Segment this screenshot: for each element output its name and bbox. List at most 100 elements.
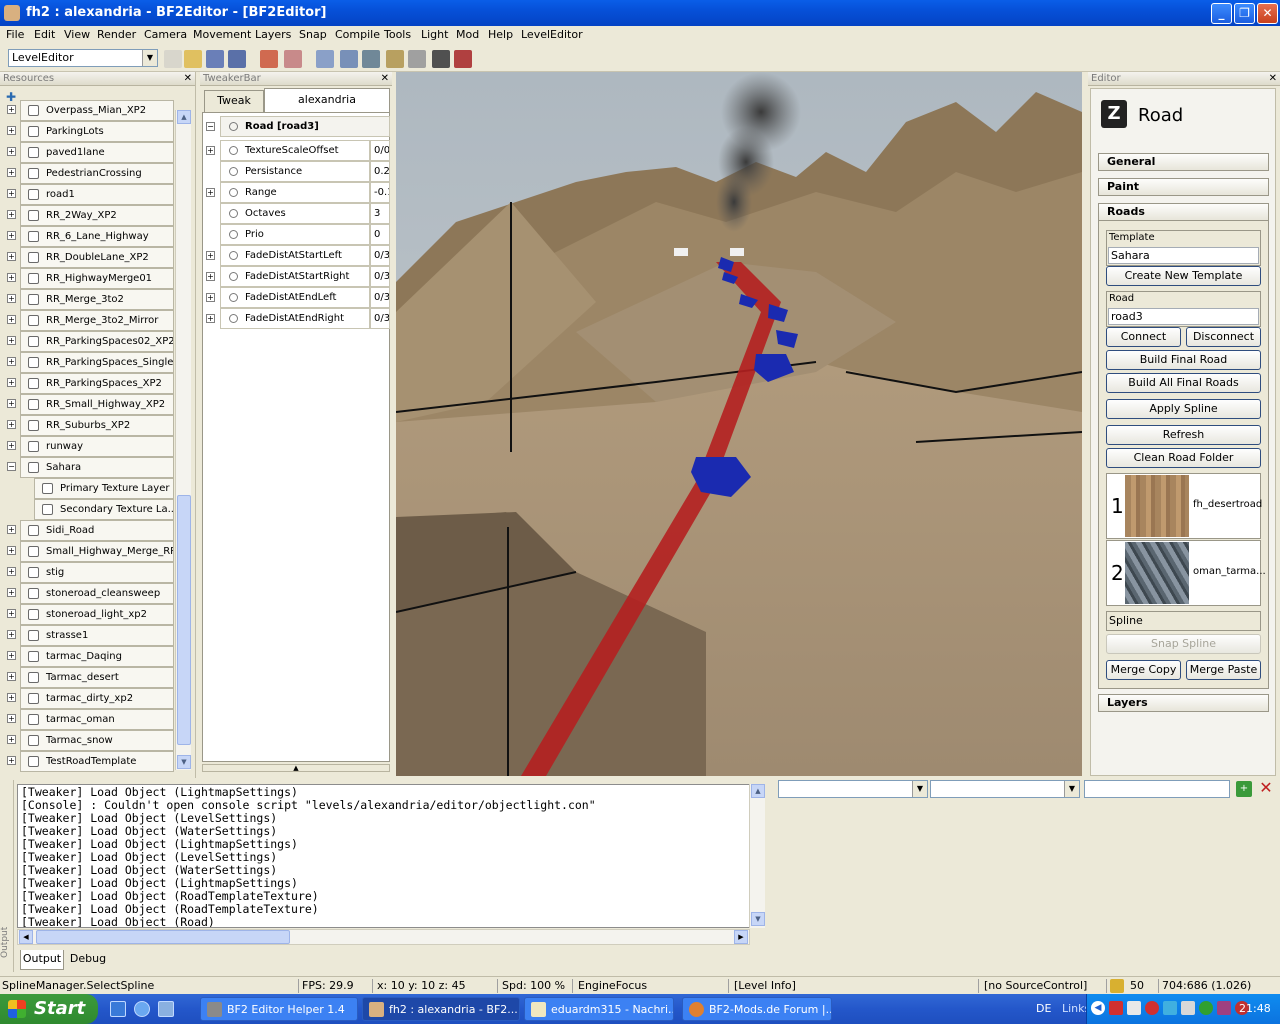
- minimize-button[interactable]: _: [1211, 3, 1232, 24]
- tree-item[interactable]: + RR_Merge_3to2: [0, 289, 176, 310]
- tree-item[interactable]: Secondary Texture La...: [0, 499, 176, 520]
- close-button[interactable]: ✕: [1257, 3, 1278, 24]
- expand-icon[interactable]: +: [7, 714, 16, 723]
- tree-item[interactable]: + strasse1: [0, 625, 176, 646]
- tree-item[interactable]: + Tarmac_snow: [0, 730, 176, 751]
- filter-select-1[interactable]: ▼: [778, 780, 928, 798]
- console-hscroll[interactable]: ◀ ▶: [17, 929, 750, 945]
- tree-item[interactable]: + tarmac_oman: [0, 709, 176, 730]
- filter-select-2[interactable]: ▼: [930, 780, 1080, 798]
- tab-tweak[interactable]: Tweak: [204, 90, 264, 112]
- menu-compile[interactable]: Compile: [335, 28, 380, 41]
- road-input[interactable]: road3: [1108, 308, 1259, 325]
- import-icon[interactable]: [260, 50, 278, 68]
- tab-output[interactable]: Output: [20, 950, 64, 970]
- tray-app-icon[interactable]: [1145, 1001, 1159, 1015]
- menu-leveleditor[interactable]: LevelEditor: [521, 28, 583, 41]
- editor-select[interactable]: LevelEditor ▼: [8, 49, 158, 67]
- tree-item[interactable]: + road1: [0, 184, 176, 205]
- paint-tool-icon[interactable]: [386, 50, 404, 68]
- task-forum[interactable]: BF2-Mods.de Forum |...: [682, 997, 832, 1021]
- tree-item[interactable]: + RR_ParkingSpaces_Single...: [0, 352, 176, 373]
- expand-icon[interactable]: +: [7, 651, 16, 660]
- expand-icon[interactable]: +: [7, 273, 16, 282]
- menu-mod[interactable]: Mod: [456, 28, 479, 41]
- tray-app-icon[interactable]: [1163, 1001, 1177, 1015]
- road-tool-icon[interactable]: [432, 50, 450, 68]
- expand-icon[interactable]: +: [7, 294, 16, 303]
- expand-icon[interactable]: +: [7, 399, 16, 408]
- move-tool-icon[interactable]: [340, 50, 358, 68]
- tab-alexandria[interactable]: alexandria: [264, 88, 390, 112]
- menu-edit[interactable]: Edit: [34, 28, 55, 41]
- tweaker-property-value[interactable]: 0: [370, 224, 390, 245]
- template-input[interactable]: Sahara: [1108, 247, 1259, 264]
- expand-icon[interactable]: +: [206, 251, 215, 260]
- language-indicator[interactable]: DE: [1036, 1002, 1051, 1015]
- menu-render[interactable]: Render: [97, 28, 136, 41]
- tweaker-row[interactable]: Prio 0: [202, 224, 390, 245]
- section-general[interactable]: General: [1098, 153, 1269, 171]
- expand-icon[interactable]: +: [7, 168, 16, 177]
- rotate-tool-icon[interactable]: [362, 50, 380, 68]
- merge-paste-button[interactable]: Merge Paste: [1186, 660, 1261, 680]
- show-desktop-icon[interactable]: [110, 1001, 126, 1017]
- expand-icon[interactable]: +: [7, 735, 16, 744]
- menu-tools[interactable]: Tools: [384, 28, 411, 41]
- create-template-button[interactable]: Create New Template: [1106, 266, 1261, 286]
- console-output[interactable]: [Tweaker] Load Object (LightmapSettings)…: [17, 784, 750, 928]
- maximize-button[interactable]: ❐: [1234, 3, 1255, 24]
- tab-debug[interactable]: Debug: [66, 950, 110, 970]
- task-bf2editor[interactable]: fh2 : alexandria - BF2...: [362, 997, 520, 1021]
- tree-item[interactable]: + runway: [0, 436, 176, 457]
- tree-item[interactable]: + stoneroad_cleansweep: [0, 583, 176, 604]
- section-roads[interactable]: Roads: [1098, 203, 1269, 221]
- menu-view[interactable]: View: [64, 28, 90, 41]
- tray-expand-icon[interactable]: ◀: [1091, 1001, 1105, 1015]
- expand-icon[interactable]: +: [206, 146, 215, 155]
- expand-icon[interactable]: +: [7, 252, 16, 261]
- menu-layers[interactable]: Layers: [255, 28, 291, 41]
- tweaker-object-row[interactable]: − Road [road3]: [202, 116, 390, 137]
- resources-scrollbar[interactable]: ▲ ▼: [175, 110, 191, 770]
- expand-icon[interactable]: +: [7, 147, 16, 156]
- tweaker-property-value[interactable]: -0.1: [370, 182, 390, 203]
- expand-icon[interactable]: +: [7, 609, 16, 618]
- close-icon[interactable]: ✕: [381, 72, 389, 86]
- build-all-final-roads-button[interactable]: Build All Final Roads: [1106, 373, 1261, 393]
- tree-item[interactable]: + ParkingLots: [0, 121, 176, 142]
- scroll-down-icon[interactable]: ▼: [751, 912, 765, 926]
- tree-item[interactable]: + Sidi_Road: [0, 520, 176, 541]
- tree-item[interactable]: Primary Texture Layer: [0, 478, 176, 499]
- command-input[interactable]: [1084, 780, 1230, 798]
- expand-icon[interactable]: +: [7, 210, 16, 219]
- expand-icon[interactable]: +: [7, 672, 16, 681]
- tweaker-property-value[interactable]: 0/3: [370, 287, 390, 308]
- task-messages[interactable]: eduardm315 - Nachri...: [524, 997, 674, 1021]
- open-icon[interactable]: [184, 50, 202, 68]
- expand-icon[interactable]: +: [7, 126, 16, 135]
- tweaker-row[interactable]: + Range-0.1: [202, 182, 390, 203]
- tree-item[interactable]: + PedestrianCrossing: [0, 163, 176, 184]
- expand-icon[interactable]: +: [7, 315, 16, 324]
- tree-item[interactable]: + RR_Suburbs_XP2: [0, 415, 176, 436]
- refresh-button[interactable]: Refresh: [1106, 425, 1261, 445]
- tweaker-property-value[interactable]: 3: [370, 203, 390, 224]
- delete-icon[interactable]: ✕: [1258, 780, 1274, 796]
- expand-icon[interactable]: +: [206, 272, 215, 281]
- texture-slot-2[interactable]: 2 oman_tarma...: [1106, 540, 1266, 606]
- tray-app-icon[interactable]: [1181, 1001, 1195, 1015]
- grid-tool-icon[interactable]: [454, 50, 472, 68]
- expand-icon[interactable]: +: [206, 293, 215, 302]
- scroll-up-icon[interactable]: ▲: [751, 784, 765, 798]
- expand-icon[interactable]: +: [7, 693, 16, 702]
- save-all-icon[interactable]: [228, 50, 246, 68]
- tweaker-row[interactable]: Octaves 3: [202, 203, 390, 224]
- tree-item[interactable]: + Tarmac_desert: [0, 667, 176, 688]
- expand-icon[interactable]: +: [7, 105, 16, 114]
- save-icon[interactable]: [206, 50, 224, 68]
- add-icon[interactable]: +: [1236, 781, 1252, 797]
- clean-road-folder-button[interactable]: Clean Road Folder: [1106, 448, 1261, 468]
- close-icon[interactable]: ✕: [184, 72, 192, 86]
- hscroll-thumb[interactable]: [36, 930, 290, 944]
